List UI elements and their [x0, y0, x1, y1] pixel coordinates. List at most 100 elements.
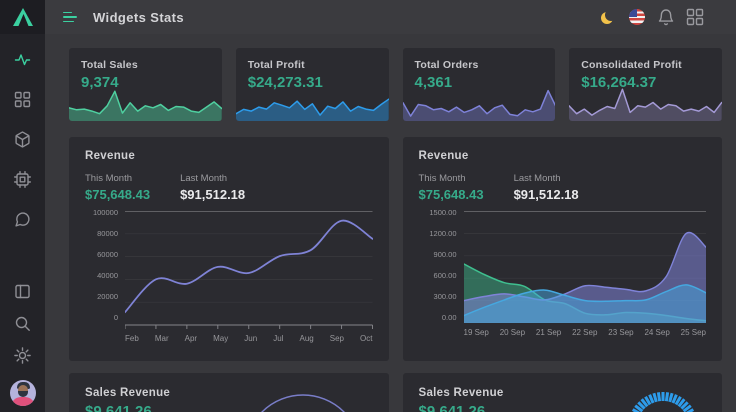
app-logo[interactable] — [0, 0, 45, 34]
axis-tick-label: 20000 — [97, 292, 118, 301]
box-icon — [14, 131, 31, 148]
revenue-stats: This Month $75,648.43 Last Month $91,512… — [419, 173, 707, 202]
axis-tick-label: 24 Sep — [644, 328, 669, 337]
cpu-icon — [14, 171, 31, 188]
axis-tick-label: 1200.00 — [429, 229, 456, 238]
x-axis-labels: FebMarAprMayJunJulAugSepOct — [125, 334, 373, 343]
stat-card-total-orders[interactable]: Total Orders 4,361 — [403, 48, 556, 121]
sidebar-item-widgets[interactable] — [13, 90, 33, 108]
notifications-button[interactable] — [657, 8, 675, 26]
apps-grid-icon — [686, 8, 704, 26]
sidebar-item-search[interactable] — [13, 314, 33, 332]
axis-tick-label: Sep — [330, 334, 344, 343]
sidebar-item-dashboard[interactable] — [13, 50, 33, 68]
last-month-value: $91,512.18 — [180, 187, 245, 202]
total-profit-sparkline-chart — [236, 88, 389, 121]
moon-icon — [605, 9, 617, 21]
panel-title: Revenue — [85, 150, 373, 162]
top-header: Widgets Stats — [45, 0, 736, 34]
axis-tick-label: 60000 — [97, 250, 118, 259]
axis-tick-label: Feb — [125, 334, 139, 343]
axis-tick-label: 19 Sep — [464, 328, 489, 337]
revenue-daily-chart-area: 1500.001200.00900.00600.00300.000.00 — [419, 211, 707, 325]
revenue-daily-panel: Revenue This Month $75,648.43 Last Month… — [403, 137, 723, 361]
axis-tick-label: 20 Sep — [500, 328, 525, 337]
dark-mode-toggle[interactable] — [599, 8, 617, 26]
language-selector[interactable] — [628, 8, 646, 26]
stat-card-consolidated-profit[interactable]: Consolidated Profit $16,264.37 — [569, 48, 722, 121]
sidebar-item-layout[interactable] — [13, 282, 33, 300]
axis-tick-label: Mar — [155, 334, 169, 343]
avatar-shirt — [11, 397, 35, 406]
sales-revenue-row: Sales Revenue $9,641.26 Sales Revenue $9… — [69, 373, 722, 412]
last-month-label: Last Month — [514, 173, 579, 184]
sidebar-item-system[interactable] — [13, 170, 33, 188]
user-avatar[interactable] — [10, 380, 36, 406]
stat-cards-row: Total Sales 9,374 Total Profit $24,273.3… — [69, 48, 722, 121]
stat-card-total-profit[interactable]: Total Profit $24,273.31 — [236, 48, 389, 121]
last-month-value: $91,512.18 — [514, 187, 579, 202]
widgets-grid-icon — [14, 91, 31, 108]
axis-tick-label: 40000 — [97, 271, 118, 280]
axis-tick-label: May — [213, 334, 228, 343]
this-month-label: This Month — [85, 173, 150, 184]
sales-revenue-arc-gauge — [231, 379, 375, 412]
axis-tick-label: Apr — [185, 334, 197, 343]
activity-icon — [14, 51, 31, 68]
axis-tick-label: 600.00 — [434, 271, 457, 280]
axis-tick-label: Jul — [273, 334, 283, 343]
this-month-label: This Month — [419, 173, 484, 184]
panel-title: Revenue — [419, 150, 707, 162]
sidebar-item-messages[interactable] — [13, 210, 33, 228]
revenue-monthly-panel: Revenue This Month $75,648.43 Last Month… — [69, 137, 389, 361]
revenue-monthly-chart-area: 100000 80000 60000 40000 20000 0 — [85, 211, 373, 331]
total-orders-sparkline-chart — [403, 88, 556, 121]
axis-tick-label: 23 Sep — [608, 328, 633, 337]
page-title: Widgets Stats — [93, 10, 184, 25]
search-icon — [14, 315, 31, 332]
y-axis-labels: 1500.001200.00900.00600.00300.000.00 — [419, 208, 464, 322]
revenue-monthly-line-chart — [125, 211, 373, 331]
axis-tick-label: 80000 — [97, 229, 118, 238]
sidebar — [0, 0, 45, 412]
axis-tick-label: 300.00 — [434, 292, 457, 301]
axis-tick-label: 21 Sep — [536, 328, 561, 337]
axis-tick-label: Aug — [299, 334, 313, 343]
last-month-label: Last Month — [180, 173, 245, 184]
this-month-value: $75,648.43 — [85, 187, 150, 202]
axis-tick-label: 0 — [114, 313, 118, 322]
axis-tick-label: 900.00 — [434, 250, 457, 259]
settings-gear-icon — [14, 347, 31, 364]
sales-revenue-tick-gauge — [608, 375, 718, 412]
header-icons — [599, 8, 704, 26]
menu-toggle-button[interactable] — [63, 12, 78, 23]
chat-icon — [14, 211, 31, 228]
stat-card-total-sales[interactable]: Total Sales 9,374 — [69, 48, 222, 121]
sidebar-item-settings[interactable] — [13, 346, 33, 364]
axis-tick-label: 25 Sep — [681, 328, 706, 337]
axis-tick-label: 1500.00 — [429, 208, 456, 217]
sales-revenue-panel-left: Sales Revenue $9,641.26 — [69, 373, 389, 412]
stat-label: Total Profit — [236, 48, 389, 71]
sales-revenue-panel-right: Sales Revenue $9,641.26 — [403, 373, 723, 412]
stat-label: Total Orders — [403, 48, 556, 71]
revenue-daily-area-chart — [464, 211, 707, 323]
x-axis-labels: 19 Sep20 Sep21 Sep22 Sep23 Sep24 Sep25 S… — [464, 328, 707, 337]
main-content: Total Sales 9,374 Total Profit $24,273.3… — [45, 34, 736, 412]
revenue-stats: This Month $75,648.43 Last Month $91,512… — [85, 173, 373, 202]
revenue-panels-row: Revenue This Month $75,648.43 Last Month… — [69, 137, 722, 361]
triangle-logo-icon — [12, 7, 34, 27]
axis-tick-label: 100000 — [93, 208, 118, 217]
revenue-daily-plot[interactable] — [464, 211, 707, 323]
apps-menu-button[interactable] — [686, 8, 704, 26]
sidebar-bottom-nav — [10, 282, 36, 412]
sidebar-item-products[interactable] — [13, 130, 33, 148]
total-sales-sparkline-chart — [69, 88, 222, 121]
stat-label: Total Sales — [69, 48, 222, 71]
axis-tick-label: Jun — [244, 334, 257, 343]
this-month-value: $75,648.43 — [419, 187, 484, 202]
revenue-monthly-plot[interactable] — [125, 211, 373, 331]
y-axis-labels: 100000 80000 60000 40000 20000 0 — [85, 208, 125, 322]
consolidated-profit-sparkline-chart — [569, 88, 722, 121]
layout-icon — [14, 283, 31, 300]
